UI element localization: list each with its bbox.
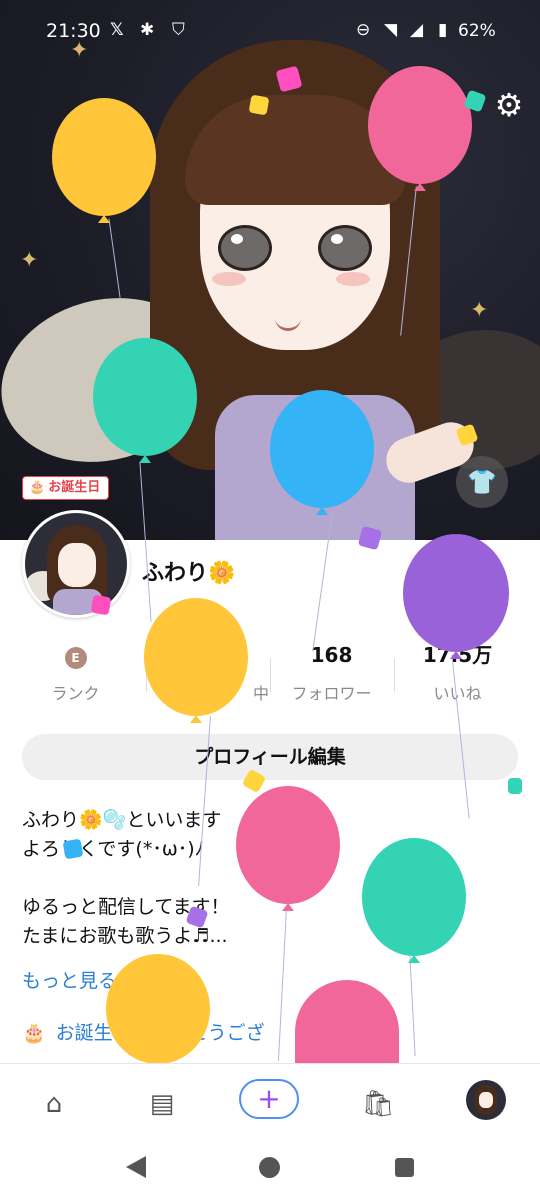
edit-profile-button[interactable]: プロフィール編集 — [22, 734, 518, 780]
home-icon[interactable]: ⌂ — [32, 1082, 76, 1126]
stat-label: ランク — [51, 684, 100, 703]
home-circle-icon[interactable] — [259, 1157, 280, 1178]
balloon-yellow — [144, 598, 248, 723]
stat-rank[interactable]: E ランク — [8, 642, 143, 704]
balloon-purple — [403, 534, 509, 659]
balloon-yellow — [106, 954, 210, 1071]
stat-label: フォロワー — [291, 684, 372, 703]
profile-name: ふわり🌼 — [142, 555, 235, 587]
gear-icon[interactable]: ⚙ — [490, 86, 528, 124]
create-button[interactable]: + — [239, 1079, 299, 1119]
birthday-badge-label: お誕生日 — [48, 480, 101, 495]
right-blush — [336, 272, 370, 286]
balloon-teal — [362, 838, 466, 963]
rank-medal-icon: E — [64, 647, 87, 669]
balloon-string — [409, 956, 416, 1056]
left-blush — [212, 272, 246, 286]
sparkle-icon: ✦ — [20, 248, 39, 273]
feed-icon[interactable]: ▤ — [140, 1082, 184, 1126]
shield-icon: ⛉ — [172, 20, 185, 40]
balloon-yellow — [52, 98, 156, 223]
birthday-badge: 🎂 お誕生日 — [22, 476, 110, 500]
shirt-icon[interactable]: 👕 — [456, 456, 508, 508]
x-icon: 𝕏 — [110, 20, 124, 40]
shop-icon[interactable]: 🛍 — [356, 1082, 400, 1126]
stat-followers[interactable]: 168 フォロワー — [264, 642, 399, 704]
divider — [270, 658, 271, 692]
divider — [394, 658, 395, 692]
minus-circle-icon: ⊖ — [356, 20, 371, 40]
status-time: 21:30 — [46, 20, 101, 42]
more-link[interactable]: もっと見る — [22, 966, 117, 993]
cake-icon: 🎂 — [22, 1022, 46, 1044]
right-eye — [318, 225, 372, 271]
confetti — [357, 525, 383, 551]
cake-icon: 🎂 — [29, 480, 46, 495]
sparkle-icon: ✦ — [470, 298, 489, 323]
balloon-pink — [295, 980, 399, 1071]
balloon-teal — [93, 338, 197, 463]
flower-emoji: 🌼 — [208, 561, 236, 586]
balloon-blue — [270, 390, 374, 515]
wifi-icon: ◥ — [384, 20, 398, 40]
recents-icon[interactable] — [395, 1158, 414, 1177]
status-bar: 21:30 𝕏 ✱ ⛉ ⊖ ◥ ◢ ▮ 62% — [0, 0, 540, 66]
back-icon[interactable] — [126, 1156, 146, 1178]
confetti — [248, 94, 270, 116]
bug-icon: ✱ — [140, 20, 155, 40]
stat-label: いいね — [433, 684, 482, 703]
stat-value: 168 — [310, 643, 353, 667]
left-eye — [218, 225, 272, 271]
signal-icon: ◢ — [410, 20, 424, 40]
balloon-pink — [368, 66, 472, 191]
confetti — [90, 594, 112, 616]
battery-level: 62% — [458, 21, 496, 41]
profile-name-text: ふわり — [142, 561, 209, 586]
balloon-pink — [236, 786, 340, 911]
confetti — [62, 838, 84, 860]
confetti — [508, 778, 522, 794]
avatar[interactable] — [22, 510, 130, 618]
profile-tab-avatar[interactable] — [466, 1080, 506, 1120]
battery-icon: ▮ — [438, 20, 448, 40]
